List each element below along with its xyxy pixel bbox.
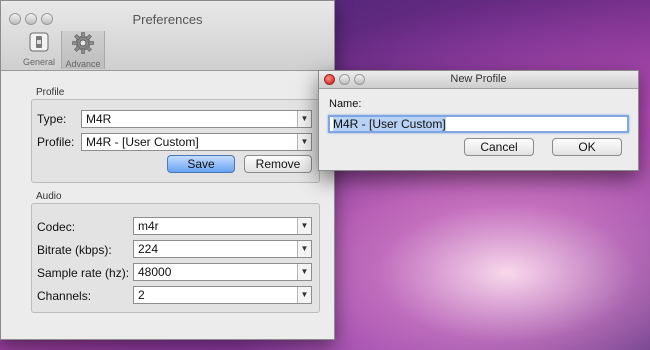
preferences-window: Preferences General Advance Profile Type… <box>0 0 335 340</box>
preferences-titlebar: Preferences General Advance <box>1 1 334 71</box>
profile-section-title: Profile <box>36 87 65 98</box>
profile-select[interactable]: M4R - [User Custom] ▼ <box>81 133 312 151</box>
samplerate-value: 48000 <box>138 265 172 279</box>
cancel-button[interactable]: Cancel <box>464 138 534 156</box>
dialog-titlebar: New Profile <box>319 71 638 89</box>
name-label: Name: <box>329 98 362 110</box>
chevron-down-icon: ▼ <box>297 111 311 127</box>
window-title: Preferences <box>132 12 203 27</box>
dialog-title: New Profile <box>450 73 507 85</box>
toolbar-general-label: General <box>22 57 56 67</box>
toolbar-advance[interactable]: Advance <box>61 31 105 69</box>
name-input[interactable]: M4R - [User Custom] <box>328 115 629 133</box>
bitrate-select[interactable]: 224 ▼ <box>133 240 312 258</box>
channels-value: 2 <box>138 288 145 302</box>
save-button[interactable]: Save <box>167 155 235 173</box>
bitrate-label: Bitrate (kbps): <box>37 243 112 257</box>
codec-select[interactable]: m4r ▼ <box>133 217 312 235</box>
gear-icon <box>72 32 94 54</box>
new-profile-dialog: New Profile Name: M4R - [User Custom] Ca… <box>318 70 639 171</box>
type-label: Type: <box>37 112 67 126</box>
chevron-down-icon: ▼ <box>297 134 311 150</box>
codec-value: m4r <box>138 219 159 233</box>
chevron-down-icon: ▼ <box>297 218 311 234</box>
channels-label: Channels: <box>37 289 92 303</box>
remove-button[interactable]: Remove <box>244 155 312 173</box>
toolbar-advance-label: Advance <box>65 59 101 69</box>
toolbar-general[interactable]: General <box>17 31 61 69</box>
name-value: M4R - [User Custom] <box>333 117 446 131</box>
profile-label: Profile: <box>37 135 75 149</box>
samplerate-label: Sample rate (hz): <box>37 266 130 280</box>
ok-button[interactable]: OK <box>552 138 622 156</box>
type-value: M4R <box>86 112 112 126</box>
chevron-down-icon: ▼ <box>297 264 311 280</box>
switch-icon <box>29 32 49 52</box>
chevron-down-icon: ▼ <box>297 241 311 257</box>
type-select[interactable]: M4R ▼ <box>81 110 312 128</box>
profile-value: M4R - [User Custom] <box>86 135 199 149</box>
audio-section-title: Audio <box>36 191 62 202</box>
samplerate-select[interactable]: 48000 ▼ <box>133 263 312 281</box>
chevron-down-icon: ▼ <box>297 287 311 303</box>
channels-select[interactable]: 2 ▼ <box>133 286 312 304</box>
bitrate-value: 224 <box>138 242 159 256</box>
codec-label: Codec: <box>37 220 76 234</box>
